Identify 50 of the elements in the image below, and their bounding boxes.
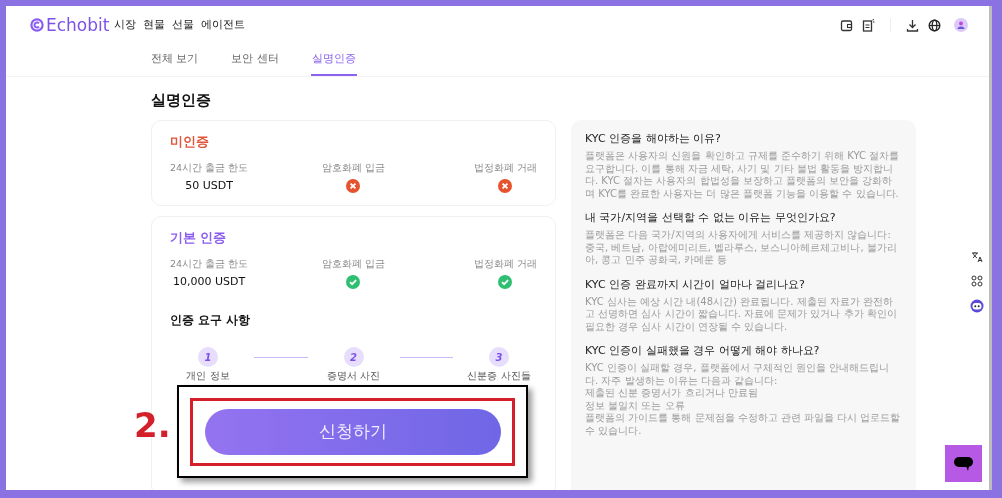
nav-link[interactable]: 선물 (172, 16, 195, 34)
limit-label: 법정화폐 거래 (473, 257, 537, 271)
globe-icon[interactable] (928, 18, 941, 32)
logo-text[interactable]: Echobit (46, 16, 110, 34)
limit-label: 24시간 출금 한도 (170, 257, 249, 271)
nav-link[interactable]: 에이전트 (201, 16, 246, 34)
requirements-title: 인증 요구 사항 (170, 312, 252, 329)
faq-answer: 플랫폼은 다음 국가/지역의 사용자에게 서비스를 제공하지 않습니다: 중국, 베트남, 아랍에미리트, 벨라루스, 보스니아헤르체고비나, 불가리아, 콩고 민주 공화국, 카메룬 등 (585, 229, 898, 267)
step-number: 3 (489, 347, 509, 367)
tab[interactable]: 전체 보기 (150, 44, 200, 76)
faq-question: KYC 인증이 실패했을 경우 어떻게 해야 하나요? (585, 343, 821, 358)
chat-button[interactable] (945, 445, 982, 482)
step-annotation-label: 2. (134, 404, 171, 446)
tab[interactable]: 실명인증 (310, 44, 357, 76)
faq-answer: 정보 불일치 또는 오류 (585, 399, 686, 412)
faq-answer: 제출된 신분 증명서가 흐리거나 만료됨 (585, 387, 759, 400)
faq-question: KYC 인증을 해야하는 이유? (585, 131, 722, 146)
faq-answer: 플랫폼의 가이드를 통해 문제점을 수정하고 관련 파일을 다시 업로드할 수 있습니다. (585, 412, 902, 437)
grid-icon[interactable] (971, 275, 983, 287)
limit-label: 24시간 출금 한도 (170, 161, 249, 175)
faq-answer: 플랫폼은 사용자의 신원을 확인하고 규제를 준수하기 위해 KYC 절차를 요구합니다. 이를 통해 자금 세탁, 사기 및 기타 불법 활동을 방지합니다. KYC 절차는 사용자의 합법성을 보장하고 플랫폼의 보안을 강화하며 KYC를 완료한 사용자는 더 많은 플랫폼 기능을 이용할 수 있습니다. (585, 150, 901, 200)
document-icon[interactable] (862, 18, 875, 32)
chat-icon (954, 456, 973, 471)
faq-question: 내 국가/지역을 선택할 수 없는 이유는 무엇인가요? (585, 210, 837, 225)
step-label: 증명서 사진 (327, 369, 380, 382)
logo-icon (30, 18, 44, 32)
nav-link[interactable]: 시장 (114, 16, 137, 34)
download-icon[interactable] (906, 18, 919, 32)
page-title: 실명인증 (151, 90, 212, 110)
level-title: 미인증 (170, 133, 210, 151)
faq-answer: KYC 인증이 실패할 경우, 플랫폼에서 구체적인 원인을 안내해드립니다. 자주 발생하는 이유는 다음과 같습니다: (585, 362, 891, 387)
step-label: 개인 정보 (186, 369, 230, 382)
limit-value: 10,000 USDT (172, 274, 246, 289)
robot-icon[interactable] (970, 299, 984, 313)
limit-value: 50 USDT (185, 178, 233, 193)
faq-answer: KYC 심사는 예상 시간 내(48시간) 완료됩니다. 제출된 자료가 완전하고 선명하면 심사 시간이 짧습니다. 자료에 문제가 있거나 추가 확인이 필요한 경우 심사 시간이 연장될 수 있습니다. (585, 295, 898, 333)
step-number: 1 (198, 347, 218, 367)
level-title: 기본 인증 (170, 229, 228, 247)
limit-label: 암호화폐 입금 (321, 161, 385, 175)
limit-label: 암호화폐 입금 (321, 257, 385, 271)
apply-button[interactable]: 신청하기 (204, 409, 501, 455)
wallet-icon[interactable] (840, 18, 853, 32)
avatar-icon[interactable] (954, 18, 968, 32)
nav-link[interactable]: 현물 (143, 16, 166, 34)
translate-icon[interactable] (971, 251, 983, 263)
tab[interactable]: 보안 센터 (230, 44, 280, 76)
faq-question: KYC 인증 완료까지 시간이 얼마나 걸리나요? (585, 276, 806, 292)
limit-label: 법정화폐 거래 (473, 161, 537, 175)
step-label: 신분증 사진들 (467, 369, 531, 382)
step-number: 2 (343, 347, 364, 367)
